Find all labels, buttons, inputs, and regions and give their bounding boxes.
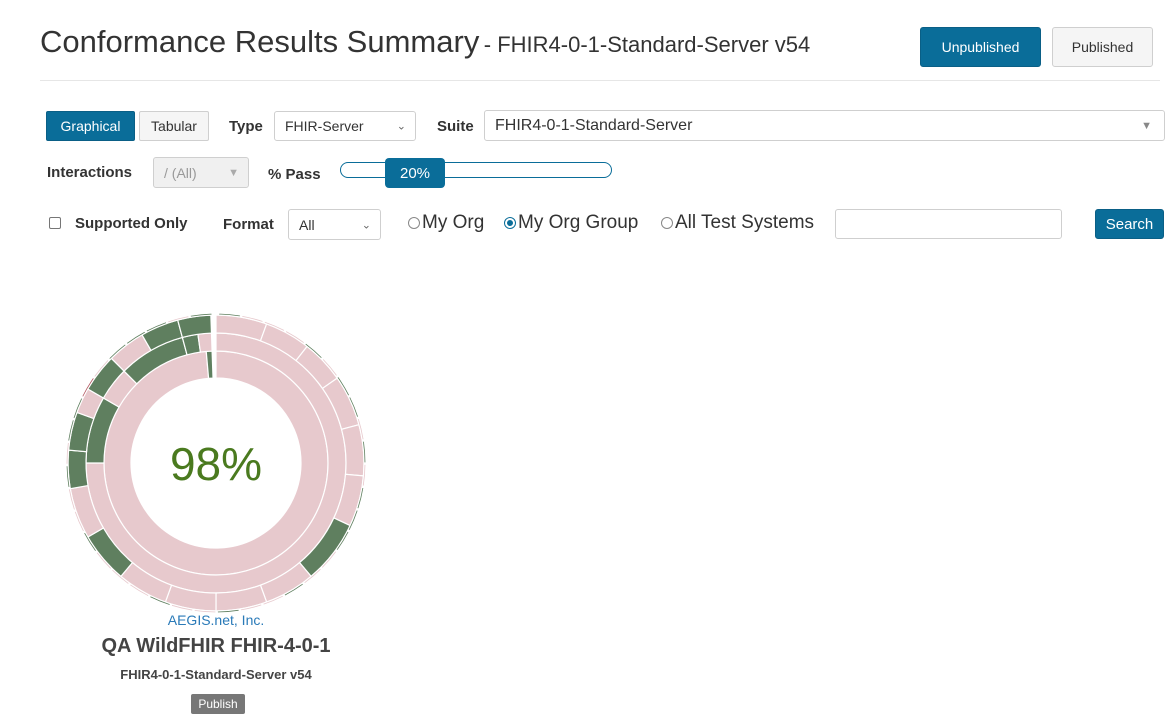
suite-select[interactable]: FHIR4-0-1-Standard-Server ▼ [484,110,1165,141]
radio-my-org[interactable] [408,217,420,229]
page-title: Conformance Results Summary - FHIR4-0-1-… [40,24,810,60]
tabular-view-button[interactable]: Tabular [139,111,209,141]
suite-version: FHIR4-0-1-Standard-Server v54 [120,667,312,682]
format-select-value: All [299,216,315,233]
type-select-value: FHIR-Server [285,118,364,134]
supported-only-label: Supported Only [75,215,188,232]
unpublished-button[interactable]: Unpublished [920,27,1041,67]
scope-label-my-org-group: My Org Group [518,212,639,233]
type-label: Type [229,118,263,135]
interactions-label: Interactions [47,164,133,181]
radio-all-test-systems[interactable] [661,217,673,229]
format-select[interactable]: All ⌄ [288,209,381,240]
sunburst-ring-2-seg[interactable] [197,332,213,353]
header-divider [40,80,1160,81]
sunburst-ring-3-seg[interactable] [67,449,89,490]
scope-label-my-org: My Org [422,212,485,233]
pass-slider-track[interactable] [340,162,612,178]
suite-label: Suite [437,118,474,135]
scope-label-all-test-systems: All Test Systems [675,212,815,233]
organization-link[interactable]: AEGIS.net, Inc. [40,612,392,628]
conformance-sunburst-chart[interactable]: 98% [66,313,366,613]
scope-option-all-test-systems[interactable]: All Test Systems [661,211,814,235]
chevron-down-icon: ⌄ [396,120,406,133]
radio-my-org-group[interactable] [504,217,516,229]
graphical-view-button[interactable]: Graphical [46,111,135,141]
published-button[interactable]: Published [1052,27,1153,67]
scope-option-my-org[interactable]: My Org [408,211,484,235]
publish-button[interactable]: Publish [191,694,245,714]
search-button[interactable]: Search [1095,209,1164,239]
type-select[interactable]: FHIR-Server ⌄ [274,111,416,141]
page-title-suite: - FHIR4-0-1-Standard-Server v54 [483,32,811,57]
system-name: QA WildFHIR FHIR-4-0-1 [101,635,331,657]
suite-select-value: FHIR4-0-1-Standard-Server [495,116,693,134]
caret-down-icon: ▼ [1141,119,1152,132]
chevron-down-icon: ⌄ [361,219,371,231]
interactions-select[interactable]: / (All) ▼ [153,157,249,188]
pass-label: % Pass [268,166,321,183]
caret-down-icon: ▼ [228,166,239,179]
supported-only-checkbox[interactable] [49,217,61,229]
score-percentage: 98% [170,438,262,490]
scope-option-my-org-group[interactable]: My Org Group [504,211,638,235]
page-title-main: Conformance Results Summary [40,24,480,59]
format-label: Format [223,216,274,233]
pass-slider-handle[interactable]: 20% [385,158,445,188]
interactions-select-value: / (All) [164,164,197,181]
search-input[interactable] [835,209,1062,239]
